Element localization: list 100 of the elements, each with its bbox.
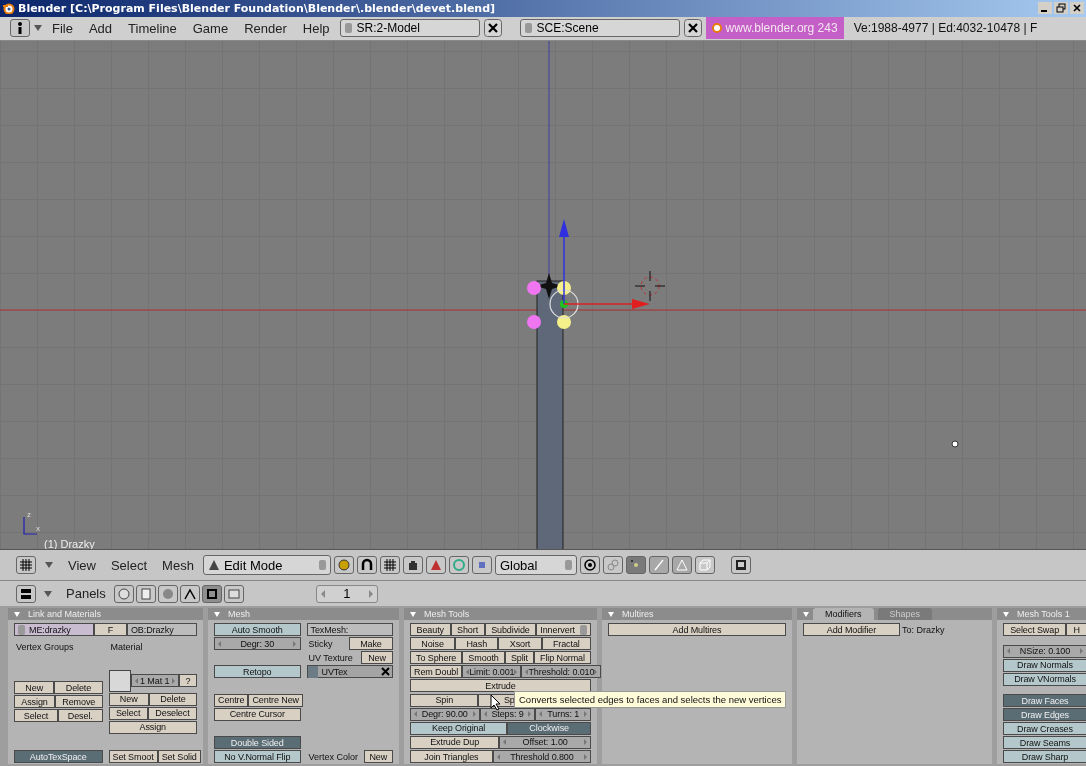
panel-button[interactable]: Remove xyxy=(55,695,103,709)
panel-button[interactable]: Delete xyxy=(148,692,197,706)
close-icon[interactable] xyxy=(1070,2,1084,15)
collapse-icon[interactable] xyxy=(44,590,52,597)
panel-button[interactable]: Assign xyxy=(108,720,197,734)
panel-button[interactable]: Subdivide xyxy=(484,623,537,637)
edge-select-button[interactable] xyxy=(648,556,669,575)
toggle-button[interactable]: Draw Seams xyxy=(1003,736,1086,750)
toggle-button[interactable]: Draw Edges xyxy=(1003,708,1086,722)
panel-button[interactable]: Spin xyxy=(410,693,479,707)
face-select-button[interactable] xyxy=(671,556,692,575)
scene-dropdown[interactable]: SCE:Scene xyxy=(519,19,680,38)
menu-item[interactable]: Timeline xyxy=(122,20,183,36)
screen-dropdown[interactable]: SR:2-Model xyxy=(339,19,480,38)
panel-button[interactable]: Split xyxy=(504,651,534,665)
number-field[interactable]: NSize: 0.100 xyxy=(1003,644,1086,658)
panel-button[interactable]: Centre Cursor xyxy=(214,707,301,721)
panel-button[interactable]: F xyxy=(94,623,127,637)
menu-item[interactable]: Select xyxy=(104,557,154,573)
translate-button[interactable] xyxy=(425,556,446,575)
occlude-button[interactable] xyxy=(694,556,715,575)
panel-button[interactable]: Deselect xyxy=(147,706,197,720)
pivot-button[interactable] xyxy=(356,556,377,575)
panel-button[interactable]: Rem Doubl xyxy=(410,665,463,679)
dropdown-menu[interactable]: Innervert xyxy=(536,623,591,637)
panel-button[interactable]: Set Smoot xyxy=(108,750,158,764)
uv-layer-field[interactable]: UVTex xyxy=(306,665,393,679)
panel-button[interactable]: Xsort xyxy=(498,637,542,651)
panel-button[interactable]: Extrude xyxy=(410,679,591,693)
toggle-button[interactable]: Draw Normals xyxy=(1003,658,1086,672)
toggle-button[interactable]: Double Sided xyxy=(214,736,301,749)
panel-button[interactable]: Add Multires xyxy=(608,623,786,637)
datablock-field[interactable]: ME:drazky xyxy=(14,623,95,637)
menu-item[interactable]: Game xyxy=(186,20,235,36)
number-field[interactable]: Threshold: 0.010 xyxy=(521,665,602,679)
panel-button[interactable]: H xyxy=(1066,623,1086,637)
panel-button[interactable]: Join Triangles xyxy=(410,750,493,764)
menu-item[interactable]: File xyxy=(46,20,79,36)
restore-icon[interactable] xyxy=(1054,2,1068,15)
number-field[interactable]: Degr: 90.00 xyxy=(410,707,480,721)
panel-button[interactable]: New xyxy=(361,651,393,665)
toggle-button[interactable]: Draw Sharp xyxy=(1003,750,1086,764)
number-field[interactable]: Limit: 0.001 xyxy=(462,665,522,679)
panel-button[interactable]: Fractal xyxy=(541,637,592,651)
menu-item[interactable]: Mesh xyxy=(156,557,200,573)
menu-item[interactable]: Panels xyxy=(60,586,112,602)
panel-button[interactable]: Noise xyxy=(410,637,456,651)
panel-button[interactable]: New xyxy=(108,692,149,706)
panel-button[interactable]: Set Solid xyxy=(157,750,201,764)
menu-item[interactable]: Help xyxy=(296,20,336,36)
grab-tool-button[interactable] xyxy=(402,556,423,575)
menu-item[interactable]: Add xyxy=(82,20,119,36)
panel-button[interactable]: Make xyxy=(348,637,393,651)
toggle-button[interactable]: Retopo xyxy=(214,665,301,679)
panel-button[interactable]: Smooth xyxy=(462,651,505,665)
minimize-icon[interactable] xyxy=(1038,2,1052,15)
orientation-dropdown[interactable]: Global xyxy=(494,555,577,576)
mode-dropdown[interactable]: Edit Mode xyxy=(202,555,331,576)
toggle-button[interactable]: Keep Original xyxy=(410,721,508,735)
panel-button[interactable]: Desel. xyxy=(58,709,103,723)
close-icon[interactable] xyxy=(683,19,702,38)
shading-button[interactable] xyxy=(333,556,354,575)
collapse-icon[interactable] xyxy=(34,25,42,32)
toggle-button[interactable]: Draw Faces xyxy=(1003,694,1086,708)
close-icon[interactable] xyxy=(483,19,502,38)
panel-button[interactable]: Extrude Dup xyxy=(410,735,500,749)
info-window-button[interactable] xyxy=(10,19,30,38)
render-button[interactable] xyxy=(730,556,751,575)
proportional-button[interactable] xyxy=(579,556,600,575)
text-field[interactable]: TexMesh: xyxy=(306,623,393,637)
menu-item[interactable]: Render xyxy=(238,20,293,36)
frame-field[interactable]: 1 xyxy=(315,584,378,603)
toggle-button[interactable]: AutoTexSpace xyxy=(14,750,103,764)
context-tab[interactable] xyxy=(201,584,222,603)
transform-gizmo[interactable] xyxy=(559,218,650,309)
toggle-button[interactable]: Clockwise xyxy=(507,721,591,735)
grid-view-button[interactable] xyxy=(16,556,36,575)
panel-button[interactable]: Select Swap xyxy=(1003,623,1067,637)
layer-button[interactable] xyxy=(379,556,400,575)
panel-button[interactable]: New xyxy=(363,750,393,764)
number-field[interactable]: 1 Mat 1 xyxy=(130,674,179,688)
panel-button[interactable]: Select xyxy=(14,709,58,723)
toggle-button[interactable]: Draw VNormals xyxy=(1003,672,1086,686)
menu-item[interactable]: View xyxy=(62,557,102,573)
number-field[interactable]: Offset: 1.00 xyxy=(499,735,591,749)
close-icon[interactable] xyxy=(381,667,390,677)
number-field[interactable]: Threshold 0.800 xyxy=(492,750,591,764)
panel-button[interactable]: Hash xyxy=(455,637,499,651)
rotate-button[interactable] xyxy=(448,556,469,575)
panel-button[interactable]: Select xyxy=(108,706,148,720)
number-field[interactable]: Degr: 30 xyxy=(214,637,301,651)
panel-button[interactable]: Beauty xyxy=(410,623,451,637)
panel-button[interactable]: Centre xyxy=(214,693,249,707)
vertex-select-button[interactable] xyxy=(625,556,646,575)
text-field[interactable]: OB:Drazky xyxy=(126,623,197,637)
collapse-icon[interactable] xyxy=(45,562,53,569)
scale-button[interactable] xyxy=(471,556,492,575)
panel-button[interactable]: Flip Normal xyxy=(533,651,591,665)
panel-button[interactable]: Assign xyxy=(14,695,55,709)
panel-button[interactable]: To Sphere xyxy=(410,651,463,665)
